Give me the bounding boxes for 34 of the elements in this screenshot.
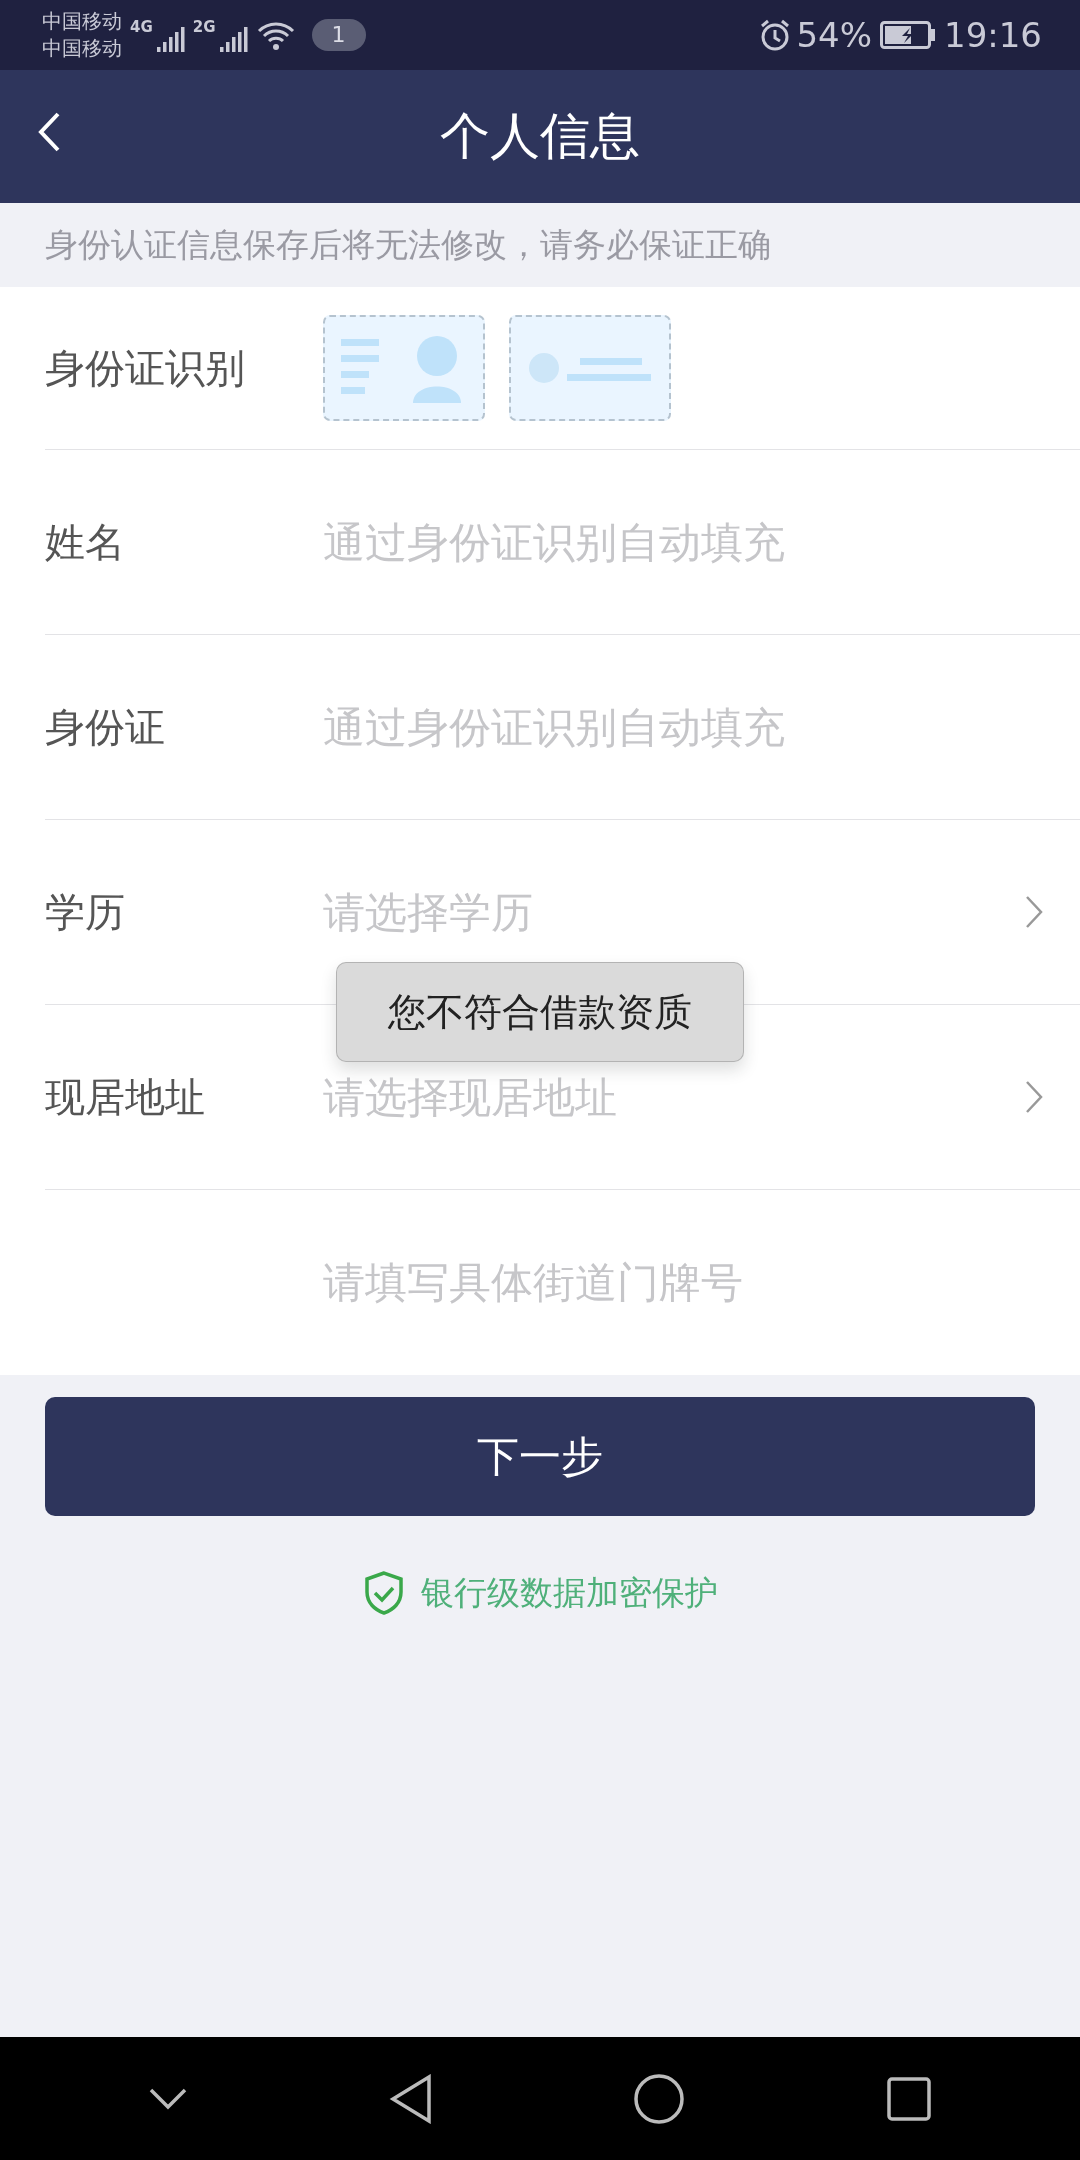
page-title: 个人信息 bbox=[440, 106, 640, 167]
select-field[interactable]: 请选择学历 bbox=[323, 880, 1024, 944]
network-label: 2G bbox=[192, 17, 216, 38]
field-label: 姓名 bbox=[45, 519, 125, 565]
chevron-right-icon bbox=[1024, 1079, 1044, 1115]
input-field[interactable]: 通过身份证识别自动填充 bbox=[323, 510, 1044, 574]
wifi-icon bbox=[255, 19, 296, 51]
notice-text: 身份认证信息保存后将无法修改，请务必保证正确 bbox=[45, 224, 771, 267]
network-label: 4G bbox=[130, 17, 153, 38]
field-label: 身份证识别 bbox=[45, 345, 245, 391]
message-toast: 您不符合借款资质 bbox=[336, 962, 744, 1062]
signal-icon bbox=[156, 26, 185, 52]
status-time: 19:16 bbox=[944, 13, 1042, 57]
input-field[interactable]: 请填写具体街道门牌号 bbox=[323, 1251, 1044, 1314]
next-button[interactable]: 下一步 bbox=[45, 1397, 1035, 1516]
back-button[interactable] bbox=[36, 110, 62, 154]
battery-icon bbox=[880, 21, 936, 49]
carrier-name: 中国移动 bbox=[42, 35, 122, 62]
input-field[interactable]: 通过身份证识别自动填充 bbox=[323, 695, 1044, 759]
field-label: 学历 bbox=[45, 889, 125, 935]
select-field[interactable]: 请选择现居地址 bbox=[323, 1065, 1024, 1129]
shield-check-icon bbox=[362, 1569, 405, 1616]
field-label: 现居地址 bbox=[45, 1074, 205, 1120]
signal-icon bbox=[219, 26, 248, 52]
home-icon[interactable] bbox=[633, 2072, 686, 2125]
chevron-right-icon bbox=[1024, 894, 1044, 930]
back-icon[interactable] bbox=[388, 2073, 433, 2124]
carrier-name: 中国移动 bbox=[42, 8, 122, 35]
field-label: 身份证 bbox=[45, 704, 165, 750]
recent-apps-icon[interactable] bbox=[885, 2075, 932, 2122]
notification-count: 1 bbox=[311, 19, 366, 51]
security-note: 银行级数据加密保护 bbox=[420, 1572, 718, 1614]
battery-percent: 54% bbox=[796, 13, 872, 57]
collapse-icon[interactable] bbox=[148, 2086, 189, 2111]
